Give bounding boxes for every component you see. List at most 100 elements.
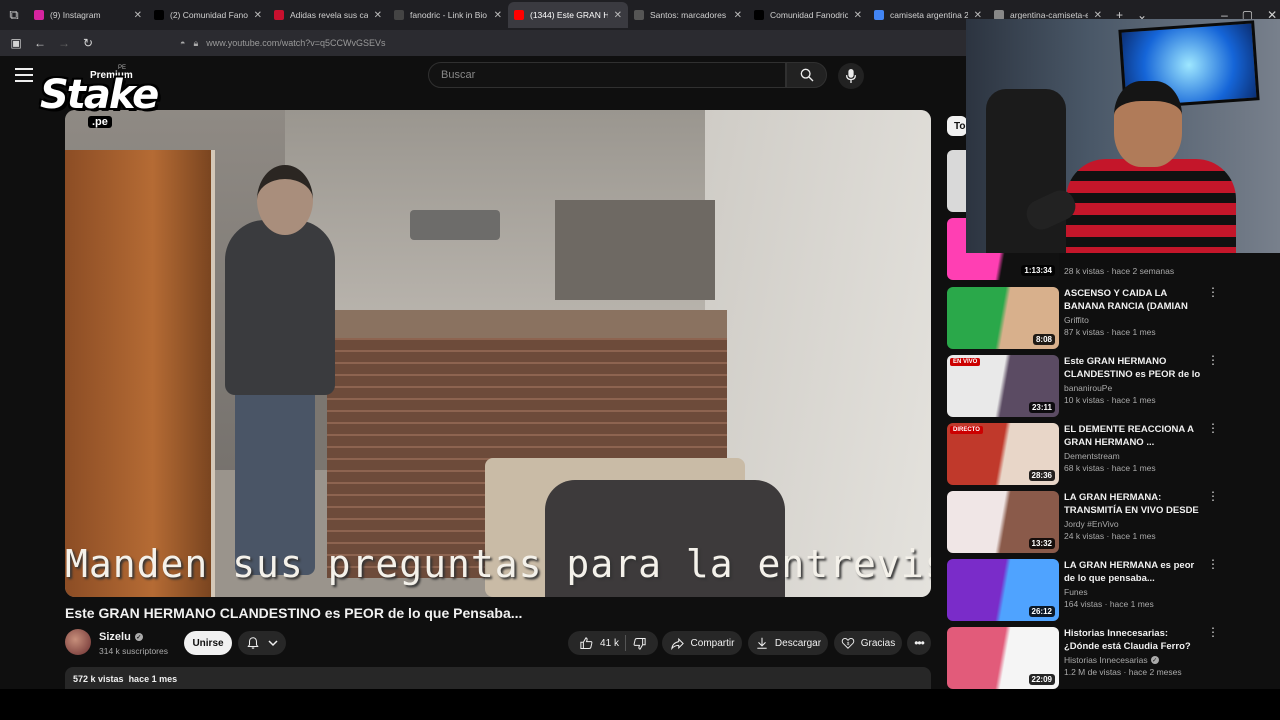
more-vertical-icon[interactable]: ⋮	[1207, 558, 1219, 570]
forward-icon[interactable]: →	[52, 30, 76, 56]
url-field[interactable]: ◓ 🔒︎ www.youtube.com/watch?v=q5CCWvGSEVs	[180, 38, 386, 49]
join-button[interactable]: Unirse	[184, 631, 232, 655]
related-video-item[interactable]: 13:32 LA GRAN HERMANA: TRANSMITÍA EN VIVO…	[947, 490, 1219, 553]
download-button[interactable]: Descargar	[748, 631, 828, 655]
browser-tab[interactable]: (9) Instagram ✕	[28, 2, 148, 28]
lock-icon[interactable]: 🔒︎	[193, 38, 198, 49]
browser-tab-title[interactable]: Adidas revela sus camisetas	[290, 10, 368, 20]
channel-name[interactable]: Sizelu ✓	[99, 631, 143, 643]
video-thumbnail[interactable]: 8:08	[947, 287, 1059, 349]
related-video-title[interactable]: EL DEMENTE REACCIONA A GRAN HERMANO ...	[1064, 423, 1204, 449]
video-thumbnail[interactable]: 13:32	[947, 491, 1059, 553]
dislike-icon[interactable]	[632, 636, 647, 651]
more-vertical-icon[interactable]: ⋮	[1207, 490, 1219, 502]
related-video-channel[interactable]: Jordy #EnVivo	[1064, 519, 1204, 529]
related-video-channel[interactable]: Dementstream	[1064, 451, 1204, 461]
stake-logo-suffix: .pe	[88, 116, 112, 128]
browser-tab-title[interactable]: Santos: marcadores en	[650, 10, 728, 20]
related-video-title[interactable]: LA GRAN HERMANA: TRANSMITÍA EN VIVO DESD…	[1064, 491, 1204, 517]
browser-tab[interactable]: Comunidad Fanodric A ✕	[748, 2, 868, 28]
sidebar-toggle-icon[interactable]: ▣	[4, 30, 28, 56]
related-video-channel[interactable]: Griffito	[1064, 315, 1204, 325]
browser-tab[interactable]: Santos: marcadores en ✕	[628, 2, 748, 28]
browser-tab-title[interactable]: Comunidad Fanodric A	[770, 10, 848, 20]
like-icon[interactable]	[579, 636, 594, 651]
close-tab-icon[interactable]: ✕	[134, 10, 142, 21]
related-video-title[interactable]: Este GRAN HERMANO CLANDESTINO es PEOR de…	[1064, 355, 1204, 381]
close-tab-icon[interactable]: ✕	[734, 10, 742, 21]
browser-tab-title[interactable]: (2) Comunidad Fanodric	[170, 10, 248, 20]
like-count[interactable]: 41 k	[600, 638, 619, 649]
browser-tab-title[interactable]: (9) Instagram	[50, 10, 128, 20]
notifications-button[interactable]	[238, 631, 286, 655]
related-video-item[interactable]: EN VIVO 23:11 Este GRAN HERMANO CLANDESTIN…	[947, 354, 1219, 417]
close-tab-icon[interactable]: ✕	[854, 10, 862, 21]
browser-tab[interactable]: (1344) Este GRAN H ✕	[508, 2, 628, 28]
video-duration: 22:09	[1028, 674, 1055, 685]
browser-tab[interactable]: Adidas revela sus camisetas ✕	[268, 2, 388, 28]
video-thumbnail[interactable]: DIRECTO 28:36	[947, 423, 1059, 485]
related-video-channel-name[interactable]: Griffito	[1064, 315, 1089, 325]
related-video-channel[interactable]: Historias Innecesarias ✓	[1064, 655, 1204, 665]
more-vertical-icon[interactable]: ⋮	[1207, 286, 1219, 298]
related-video-item[interactable]: DIRECTO 28:36 EL DEMENTE REACCIONA A GRAN …	[947, 422, 1219, 485]
channel-avatar[interactable]	[65, 629, 91, 655]
related-video-title[interactable]: Historias Innecesarias: ¿Dónde está Clau…	[1064, 627, 1204, 653]
video-thumbnail[interactable]: 26:12	[947, 559, 1059, 621]
related-video-item[interactable]: 22:09 Historias Innecesarias: ¿Dónde está…	[947, 626, 1219, 689]
related-video-channel-name[interactable]: Jordy #EnVivo	[1064, 519, 1119, 529]
related-video-channel-name[interactable]: Historias Innecesarias	[1064, 655, 1148, 665]
channel-name-text[interactable]: Sizelu	[99, 631, 131, 643]
browser-tab[interactable]: (2) Comunidad Fanodric ✕	[148, 2, 268, 28]
search-box[interactable]	[428, 62, 786, 88]
browser-tab[interactable]: fanodric - Link in Bio & ✕	[388, 2, 508, 28]
more-actions-button[interactable]: •••	[907, 631, 931, 655]
browser-tab-title[interactable]: (1344) Este GRAN H	[530, 10, 608, 20]
related-video-title[interactable]: ASCENSO Y CAIDA LA BANANA RANCIA (DAMIAN…	[1064, 287, 1204, 313]
search-input[interactable]	[441, 69, 785, 81]
video-thumbnail[interactable]: EN VIVO 23:11	[947, 355, 1059, 417]
video-meta: LA GRAN HERMANA: TRANSMITÍA EN VIVO DESD…	[1064, 491, 1204, 541]
download-label: Descargar	[774, 637, 822, 649]
close-tab-icon[interactable]: ✕	[494, 10, 502, 21]
browser-tab-title[interactable]: camiseta argentina 2024	[890, 10, 968, 20]
related-video-item[interactable]: 26:12 LA GRAN HERMANA es peor de lo que p…	[947, 558, 1219, 621]
url-text[interactable]: www.youtube.com/watch?v=q5CCWvGSEVs	[206, 38, 385, 48]
related-video-item[interactable]: 8:08 ASCENSO Y CAIDA LA BANANA RANCIA (DA…	[947, 286, 1219, 349]
video-meta: ASCENSO Y CAIDA LA BANANA RANCIA (DAMIAN…	[1064, 287, 1204, 337]
subscriber-count: 314 k suscriptores	[99, 646, 168, 656]
description-box[interactable]: 572 k vistas hace 1 mes	[65, 667, 931, 689]
reload-icon[interactable]: ↻	[76, 30, 100, 56]
workspaces-icon[interactable]: ⧉	[0, 0, 28, 30]
related-video-channel-name[interactable]: bananirouPe	[1064, 383, 1112, 393]
more-vertical-icon[interactable]: ⋮	[1207, 354, 1219, 366]
related-video-channel-name[interactable]: Funes	[1064, 587, 1088, 597]
like-dislike-group: 41 k	[568, 631, 658, 655]
related-video-channel[interactable]: Funes	[1064, 587, 1204, 597]
stake-logo: Stake .pe	[40, 72, 159, 132]
video-meta: Historias Innecesarias: ¿Dónde está Clau…	[1064, 627, 1204, 677]
video-thumbnail[interactable]: 22:09	[947, 627, 1059, 689]
video-duration: 13:32	[1028, 538, 1055, 549]
close-tab-icon[interactable]: ✕	[614, 10, 622, 21]
video-scene-counter	[327, 310, 727, 340]
filter-chip-all[interactable]: Todos	[947, 116, 967, 136]
more-vertical-icon[interactable]: ⋮	[1207, 422, 1219, 434]
more-vertical-icon[interactable]: ⋮	[1207, 626, 1219, 638]
search-button[interactable]	[786, 62, 827, 88]
voice-search-button[interactable]	[838, 63, 864, 89]
back-icon[interactable]: ←	[28, 30, 52, 56]
share-button[interactable]: Compartir	[662, 631, 742, 655]
close-tab-icon[interactable]: ✕	[254, 10, 262, 21]
verified-icon: ✓	[134, 633, 143, 641]
tracking-shield-icon[interactable]: ◓	[180, 38, 185, 48]
close-tab-icon[interactable]: ✕	[374, 10, 382, 21]
related-video-title[interactable]: LA GRAN HERMANA es peor de lo que pensab…	[1064, 559, 1204, 585]
menu-icon[interactable]	[15, 68, 33, 82]
video-player[interactable]: Manden sus preguntas para la entrevista	[65, 110, 931, 597]
browser-tab-title[interactable]: fanodric - Link in Bio &	[410, 10, 488, 20]
verified-icon: ✓	[1150, 656, 1159, 664]
related-video-channel-name[interactable]: Dementstream	[1064, 451, 1120, 461]
related-video-channel[interactable]: bananirouPe	[1064, 383, 1204, 393]
thanks-button[interactable]: $ Gracias	[834, 631, 902, 655]
